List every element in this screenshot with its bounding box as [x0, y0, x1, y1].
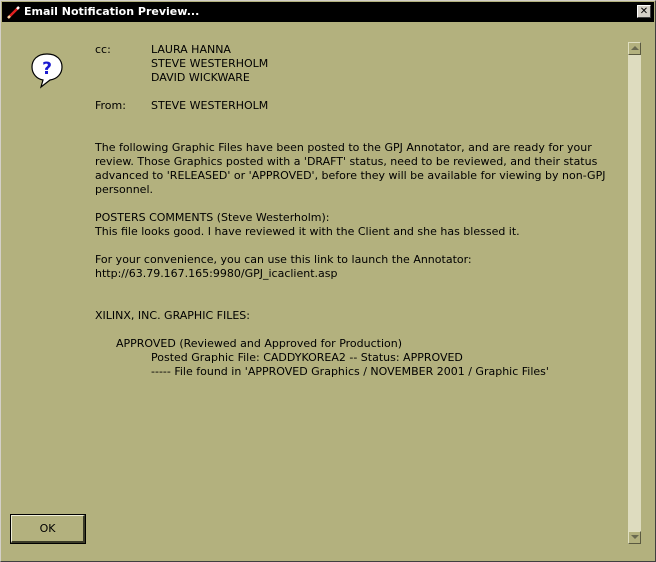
pencil-icon	[5, 4, 21, 20]
title-bar[interactable]: Email Notification Preview... ✕	[2, 2, 654, 22]
file-location-line: ----- File found in 'APPROVED Graphics /…	[151, 365, 549, 378]
intro-line: personnel.	[95, 183, 153, 196]
vertical-scrollbar[interactable]	[628, 42, 641, 544]
posters-heading: POSTERS COMMENTS (Steve Westerholm):	[95, 211, 330, 224]
posters-comment: This file looks good. I have reviewed it…	[95, 225, 520, 238]
arrow-up-icon	[631, 46, 639, 50]
arrow-down-icon	[631, 535, 639, 539]
from-value: STEVE WESTERHOLM	[151, 99, 269, 112]
ok-button[interactable]: OK	[10, 514, 86, 544]
cc-recipient: STEVE WESTERHOLM	[151, 57, 269, 70]
posted-file-line: Posted Graphic File: CADDYKOREA2 -- Stat…	[151, 351, 463, 364]
intro-line: review. Those Graphics posted with a 'DR…	[95, 155, 598, 168]
approved-heading: APPROVED (Reviewed and Approved for Prod…	[116, 337, 403, 350]
scroll-track[interactable]	[628, 55, 641, 531]
cc-row: STEVE WESTERHOLM	[95, 57, 625, 71]
close-icon: ✕	[639, 6, 649, 17]
email-preview-window: Email Notification Preview... ✕ ? cc: LA…	[0, 0, 656, 562]
annotator-link[interactable]: http://63.79.167.165:9980/GPJ_icaclient.…	[95, 267, 625, 281]
from-row: From: STEVE WESTERHOLM	[95, 99, 625, 113]
from-label: From:	[95, 99, 126, 112]
scroll-up-button[interactable]	[628, 42, 641, 55]
intro-line: The following Graphic Files have been po…	[95, 141, 592, 154]
cc-recipient: DAVID WICKWARE	[151, 71, 250, 84]
client-heading: XILINX, INC. GRAPHIC FILES:	[95, 309, 250, 322]
cc-row: cc: LAURA HANNA	[95, 43, 625, 57]
email-body: cc: LAURA HANNA STEVE WESTERHOLM DAVID W…	[95, 43, 625, 379]
close-button[interactable]: ✕	[637, 5, 651, 18]
svg-text:?: ?	[42, 59, 52, 79]
cc-row: DAVID WICKWARE	[95, 71, 625, 85]
window-title: Email Notification Preview...	[24, 5, 200, 18]
intro-line: advanced to 'RELEASED' or 'APPROVED', be…	[95, 169, 606, 182]
cc-recipient: LAURA HANNA	[151, 43, 231, 56]
scroll-down-button[interactable]	[628, 531, 641, 544]
cc-label: cc:	[95, 43, 111, 56]
question-icon: ?	[29, 51, 65, 89]
link-intro: For your convenience, you can use this l…	[95, 253, 472, 266]
